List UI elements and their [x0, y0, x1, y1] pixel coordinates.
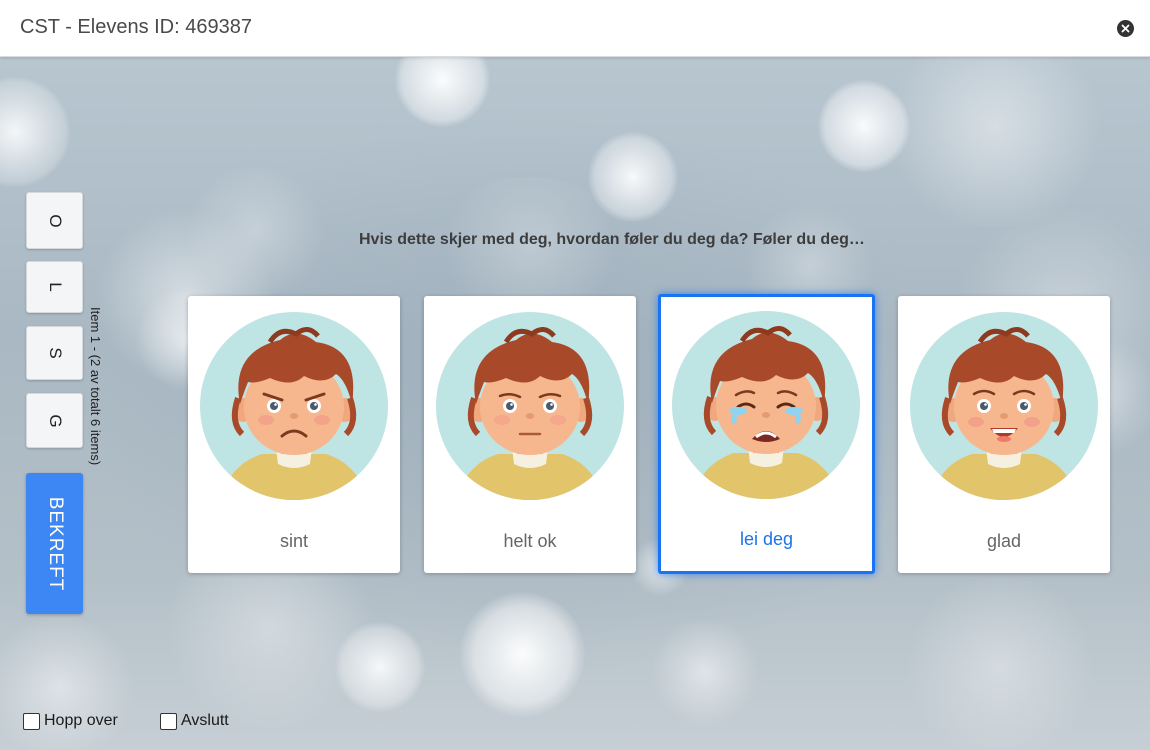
quit-label: Avslutt: [181, 712, 229, 729]
happy-face-icon: [910, 312, 1098, 500]
checkbox-box[interactable]: [23, 712, 40, 730]
side-button-g[interactable]: G: [26, 393, 83, 448]
answer-card-lei-deg[interactable]: lei deg: [658, 294, 875, 574]
side-button-label: S: [45, 347, 65, 359]
answer-label: glad: [986, 531, 1022, 551]
answer-label: helt ok: [503, 531, 557, 551]
answer-card-glad[interactable]: glad: [898, 296, 1110, 573]
item-counter: Item 1 - (2 av totalt 6 items): [88, 307, 103, 466]
angry-face-icon: [200, 312, 388, 500]
quit-checkbox[interactable]: Avslutt: [160, 711, 229, 731]
header-bar: CST - Elevens ID: 469387: [0, 0, 1150, 57]
neutral-face-icon: [436, 312, 624, 500]
answer-card-sint[interactable]: sint: [188, 296, 400, 573]
answer-card-helt-ok[interactable]: helt ok: [424, 296, 636, 573]
answer-label: sint: [279, 531, 308, 551]
confirm-button[interactable]: BEKREFT: [26, 473, 83, 614]
side-button-label: G: [45, 413, 65, 428]
question-text: Hvis dette skjer med deg, hvordan føler …: [359, 231, 865, 248]
skip-label: Hopp over: [44, 712, 118, 729]
side-button-label: O: [45, 213, 65, 228]
window-title: CST - Elevens ID: 469387: [20, 16, 252, 38]
confirm-button-label: BEKREFT: [44, 496, 66, 591]
skip-checkbox[interactable]: Hopp over: [23, 711, 118, 731]
side-button-s[interactable]: S: [26, 326, 83, 380]
side-button-l[interactable]: L: [26, 261, 83, 313]
crying-face-icon: [672, 311, 860, 499]
checkbox-box[interactable]: [160, 712, 177, 730]
side-button-label: L: [45, 282, 65, 292]
close-icon[interactable]: [1117, 20, 1134, 37]
answer-label: lei deg: [739, 529, 794, 549]
side-button-o[interactable]: O: [26, 192, 83, 249]
